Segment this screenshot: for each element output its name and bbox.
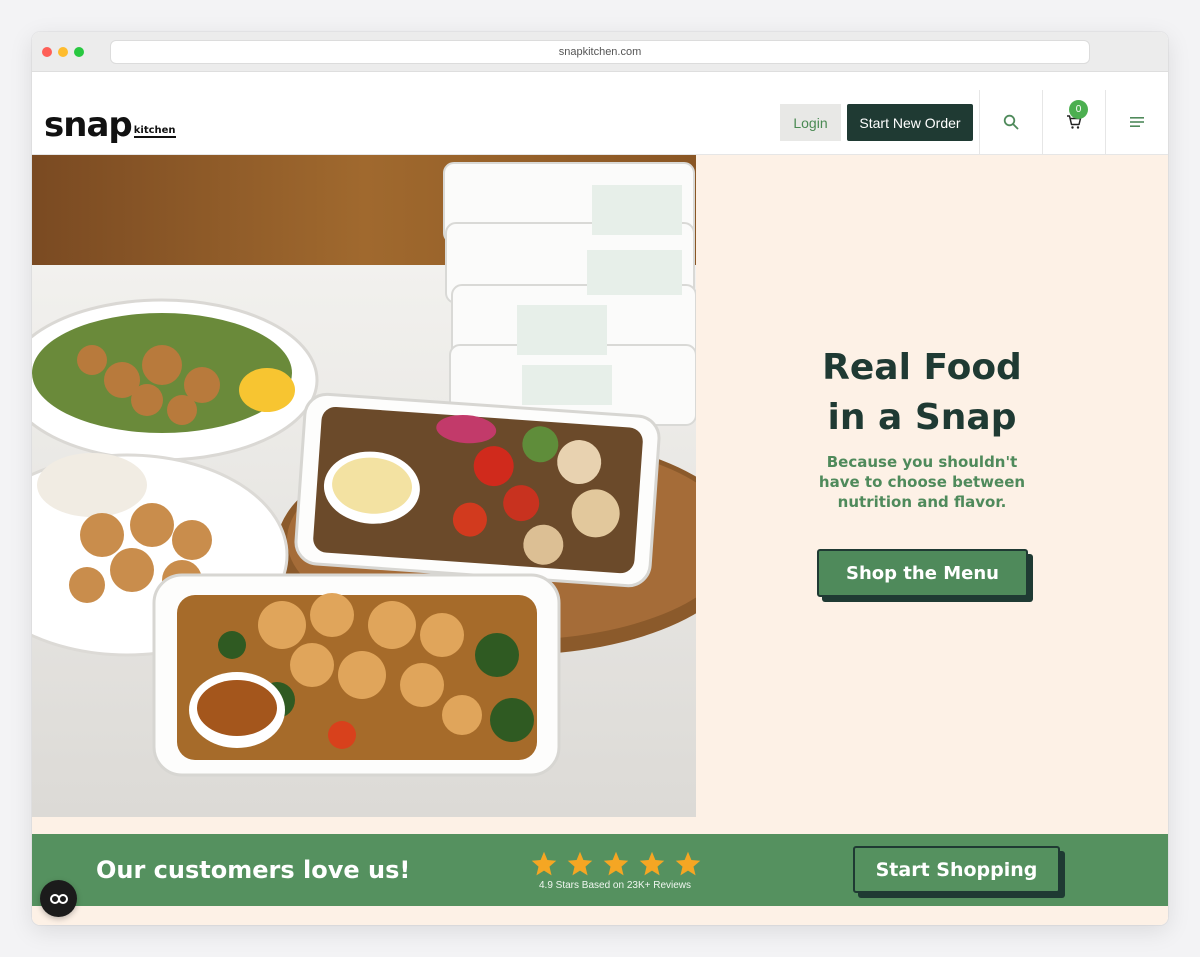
page-bottom-strip	[32, 906, 1168, 925]
shop-the-menu-button[interactable]: Shop the Menu	[817, 549, 1028, 597]
hero-subtitle: Because you shouldn't have to choose bet…	[696, 452, 1148, 512]
site-header: snap kitchen Login Start New Order 0	[32, 90, 1168, 155]
search-icon	[1003, 114, 1019, 130]
maximize-window-button[interactable]	[74, 47, 84, 57]
minimize-window-button[interactable]	[58, 47, 68, 57]
login-button[interactable]: Login	[780, 104, 841, 141]
logo-wordmark: snap	[44, 105, 133, 145]
hero-bottom-gap	[32, 817, 696, 834]
start-shopping-wrapper: Start Shopping	[853, 846, 1065, 898]
logo-subtitle: kitchen	[133, 125, 176, 138]
hero-subtitle-line-1: Because you shouldn't	[826, 453, 1018, 471]
hamburger-menu-icon	[1130, 117, 1144, 127]
chat-widget-button[interactable]	[40, 880, 77, 917]
star-icon	[675, 851, 701, 876]
reviews-banner: Our customers love us! 4.9 Stars Based o…	[32, 834, 1168, 906]
hero-subtitle-line-2: have to choose between	[818, 473, 1026, 491]
start-new-order-button[interactable]: Start New Order	[847, 104, 973, 141]
cart-button[interactable]	[1042, 90, 1105, 154]
star-icon	[639, 851, 665, 876]
menu-button[interactable]	[1105, 90, 1168, 154]
star-icon	[531, 851, 557, 876]
hero-food-photo	[32, 155, 696, 817]
hero-subtitle-line-3: nutrition and flavor.	[837, 493, 1007, 511]
star-icon	[603, 851, 629, 876]
snap-kitchen-logo[interactable]: snap kitchen	[44, 104, 176, 145]
star-icon	[567, 851, 593, 876]
rating-stars	[530, 850, 702, 878]
browser-window: snapkitchen.com snap kitchen Login Start…	[32, 32, 1168, 925]
address-bar[interactable]: snapkitchen.com	[110, 40, 1090, 64]
hero-title-line-2: in a Snap	[827, 397, 1017, 438]
search-button[interactable]	[979, 90, 1042, 154]
close-window-button[interactable]	[42, 47, 52, 57]
hero-panel: Real Food in a Snap Because you shouldn'…	[696, 155, 1168, 834]
start-shopping-button[interactable]: Start Shopping	[853, 846, 1060, 893]
rating-caption: 4.9 Stars Based on 23K+ Reviews	[538, 880, 692, 891]
customers-love-us-text: Our customers love us!	[96, 856, 411, 884]
cart-count-badge: 0	[1069, 100, 1088, 119]
hero-title: Real Food in a Snap	[696, 343, 1148, 443]
shop-the-menu-wrapper: Shop the Menu	[817, 549, 1033, 602]
chat-widget-icon	[49, 893, 68, 904]
hero-title-line-1: Real Food	[822, 347, 1022, 388]
browser-titlebar: snapkitchen.com	[32, 32, 1168, 72]
